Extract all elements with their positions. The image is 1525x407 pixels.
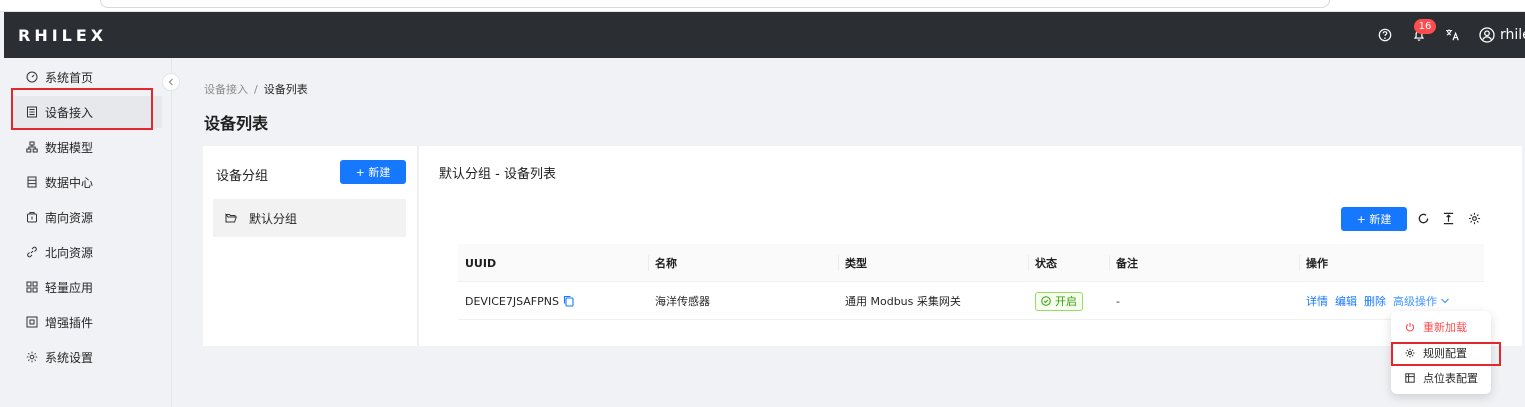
column-header-actions: 操作: [1306, 257, 1328, 270]
device-list-title: 默认分组 - 设备列表: [439, 167, 556, 182]
user-name[interactable]: rhile: [1500, 27, 1525, 43]
column-header-type: 类型: [845, 257, 867, 270]
database-icon: [27, 176, 37, 188]
advanced-actions-label: 高级操作: [1393, 295, 1437, 308]
menu-item-reload[interactable]: 重新加载: [1396, 315, 1488, 339]
breadcrumb: 设备接入 / 设备列表: [204, 81, 308, 97]
sidebar-item-label: 南向资源: [45, 210, 94, 225]
notification-badge: 16: [1414, 19, 1436, 34]
breadcrumb-separator: /: [254, 83, 258, 96]
table-header: UUID 名称 类型 状态 备注 操作: [458, 244, 1484, 282]
sidebar-item-label: 数据模型: [45, 140, 94, 155]
plugin-icon: [26, 316, 38, 328]
folder-open-icon: [225, 213, 237, 223]
address-bar[interactable]: [100, 0, 1330, 8]
chevron-left-icon: [168, 78, 173, 86]
column-header-uuid: UUID: [465, 256, 497, 270]
user-avatar-icon[interactable]: [1478, 26, 1496, 44]
status-badge: 开启: [1035, 291, 1083, 311]
table-row: DEVICE7JSAFPNS 海洋传感器 通用 Modbus 采集网关 开启 -…: [458, 282, 1484, 320]
settings-icon: [26, 351, 38, 363]
highlight-box-rule-config: [1391, 342, 1501, 366]
power-icon: [1405, 322, 1415, 332]
table-icon: [1405, 373, 1415, 383]
column-divider: [648, 255, 649, 271]
translate-icon[interactable]: [1444, 26, 1462, 44]
column-divider: [1299, 255, 1300, 271]
column-header-remark: 备注: [1116, 257, 1138, 270]
device-table: UUID 名称 类型 状态 备注 操作 DEVICE7JSAFPNS 海洋传感器…: [458, 244, 1484, 320]
column-header-name: 名称: [655, 257, 677, 270]
sidebar-item-label: 增强插件: [45, 315, 94, 330]
group-item-label: 默认分组: [249, 211, 298, 226]
column-divider: [1028, 255, 1029, 271]
group-item-default[interactable]: 默认分组: [213, 199, 406, 237]
detail-link[interactable]: 详情: [1306, 293, 1328, 309]
copy-icon[interactable]: [563, 295, 574, 307]
browser-chrome: [0, 0, 1525, 12]
new-device-button[interactable]: + 新建: [1341, 207, 1407, 231]
delete-link[interactable]: 删除: [1364, 293, 1386, 309]
check-circle-icon: [1041, 296, 1051, 306]
column-divider: [838, 255, 839, 271]
south-resource-icon: [27, 212, 37, 223]
device-uuid-cell: DEVICE7JSAFPNS: [465, 282, 574, 320]
help-icon[interactable]: [1376, 26, 1394, 44]
device-state-cell: 开启: [1035, 282, 1083, 320]
reload-icon[interactable]: [1415, 210, 1431, 226]
menu-item-label: 点位表配置: [1423, 372, 1478, 385]
sidebar-item-data-center[interactable]: 数据中心: [12, 166, 162, 198]
table-settings-icon[interactable]: [1466, 210, 1482, 226]
column-divider: [1109, 255, 1110, 271]
edit-link[interactable]: 编辑: [1335, 293, 1357, 309]
group-panel-title: 设备分组: [216, 169, 269, 184]
device-uuid: DEVICE7JSAFPNS: [465, 294, 559, 308]
device-list-panel: 默认分组 - 设备列表 + 新建 UUID 名称 类型 状态 备注 操作 DEV…: [419, 146, 1522, 346]
advanced-actions-dropdown[interactable]: 高级操作: [1393, 293, 1450, 309]
device-remark: -: [1116, 294, 1120, 308]
sidebar-collapse-button[interactable]: [162, 73, 180, 91]
menu-item-point-table-config[interactable]: 点位表配置: [1396, 366, 1488, 390]
device-name: 海洋传感器: [655, 295, 710, 308]
column-header-state: 状态: [1035, 257, 1057, 270]
sidebar-item-south-resource[interactable]: 南向资源: [12, 201, 162, 233]
breadcrumb-current: 设备列表: [263, 83, 308, 96]
app-logo[interactable]: RHILEX: [18, 26, 107, 45]
highlight-box-device-access: [11, 88, 153, 130]
status-text: 开启: [1055, 295, 1077, 308]
new-group-button[interactable]: + 新建: [340, 160, 406, 184]
sidebar-item-settings[interactable]: 系统设置: [12, 341, 162, 373]
sidebar-item-label: 系统首页: [45, 70, 94, 85]
sidebar-item-label: 北向资源: [45, 245, 94, 260]
page-title: 设备列表: [204, 114, 269, 133]
dashboard-icon: [26, 71, 38, 83]
sidebar-item-label: 数据中心: [45, 175, 94, 190]
sidebar-item-label: 轻量应用: [45, 280, 94, 295]
device-group-panel: 设备分组 + 新建 默认分组: [203, 146, 418, 346]
sidebar-item-data-model[interactable]: 数据模型: [12, 131, 162, 163]
column-height-icon[interactable]: [1440, 210, 1456, 226]
top-navbar: RHILEX 16 rhile: [4, 12, 1525, 58]
device-type: 通用 Modbus 采集网关: [845, 295, 961, 308]
menu-item-label: 重新加载: [1423, 321, 1467, 334]
sidebar-item-plugin[interactable]: 增强插件: [12, 306, 162, 338]
chevron-down-icon: [1441, 298, 1449, 304]
sidebar-item-light-app[interactable]: 轻量应用: [12, 271, 162, 303]
model-icon: [26, 141, 38, 153]
breadcrumb-parent[interactable]: 设备接入: [204, 83, 248, 96]
north-resource-icon: [27, 246, 37, 258]
app-icon: [26, 281, 38, 293]
sidebar-item-label: 系统设置: [45, 350, 94, 365]
sidebar-item-north-resource[interactable]: 北向资源: [12, 236, 162, 268]
